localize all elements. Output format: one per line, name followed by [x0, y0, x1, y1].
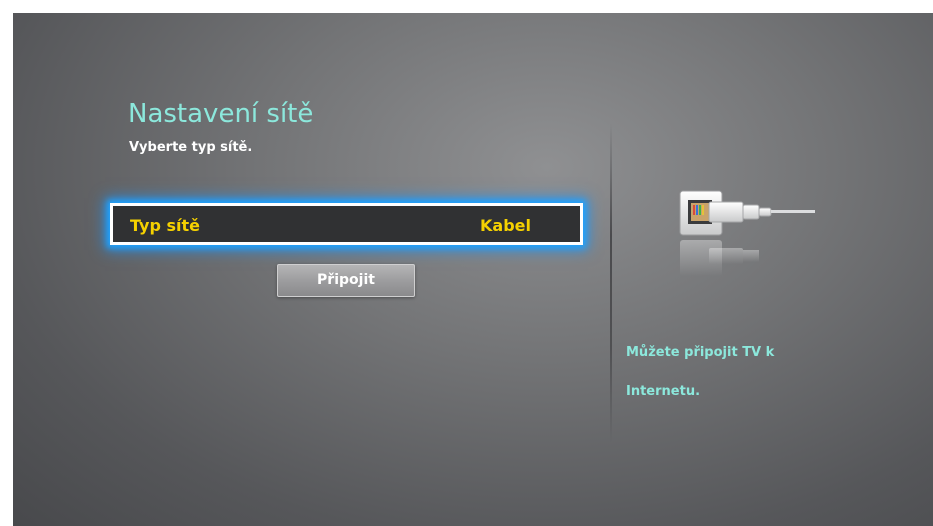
network-type-selector[interactable]: Typ sítě Kabel: [110, 203, 583, 245]
connect-button[interactable]: Připojit: [277, 264, 415, 297]
panel-divider: [610, 123, 612, 443]
network-type-label: Typ sítě: [130, 216, 200, 235]
ethernet-cable-icon: [679, 190, 815, 276]
network-settings-screen: Nastavení sítě Vyberte typ sítě. Typ sít…: [13, 13, 933, 526]
info-text-line1: Můžete připojit TV k: [626, 345, 775, 360]
network-type-value: Kabel: [480, 216, 531, 235]
info-text-line2: Internetu.: [626, 384, 701, 399]
page-title: Nastavení sítě: [128, 99, 314, 129]
page-subtitle: Vyberte typ sítě.: [129, 140, 253, 155]
